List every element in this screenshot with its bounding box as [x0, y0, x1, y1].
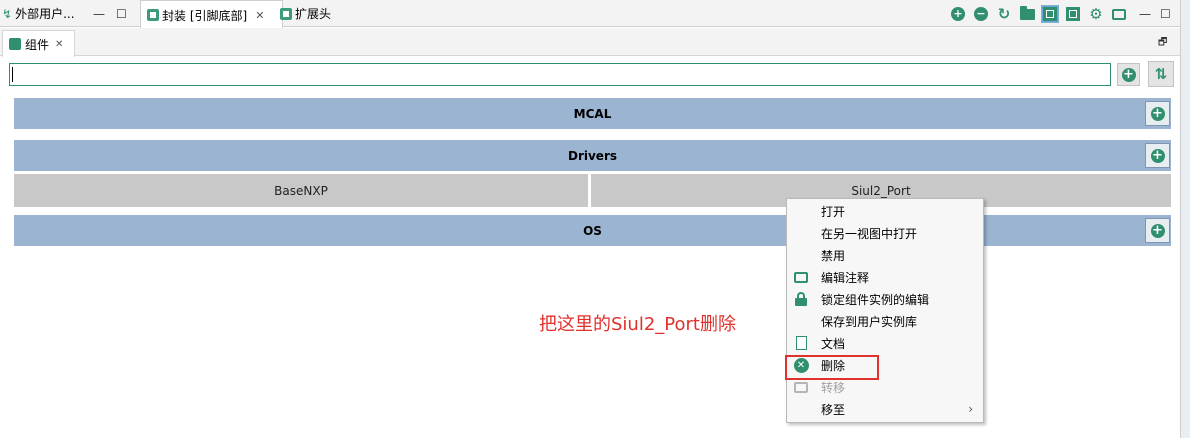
plus-icon: +: [1150, 105, 1165, 121]
refresh-icon[interactable]: ↻: [996, 5, 1012, 23]
add-os-button[interactable]: +: [1145, 218, 1170, 243]
chip-icon: [280, 7, 292, 20]
menu-item-disable[interactable]: 禁用: [787, 244, 983, 266]
add-component-button[interactable]: +: [1117, 63, 1140, 86]
move-icon: [793, 379, 809, 395]
category-label: MCAL: [573, 106, 612, 121]
tab-external-user[interactable]: ↯ 外部用户...: [2, 0, 75, 27]
menu-item-documentation[interactable]: 文档: [787, 332, 983, 354]
chip-icon: [147, 9, 159, 21]
components-icon: [9, 38, 21, 50]
menu-item-move-to[interactable]: 移至 ›: [787, 398, 983, 420]
context-menu: 打开 在另一视图中打开 禁用 编辑注释 锁定组件实例的编辑 保存到用户实例库 文…: [786, 198, 984, 423]
folder-icon[interactable]: [1019, 5, 1035, 22]
menu-item-edit-comment[interactable]: 编辑注释: [787, 266, 983, 288]
document-icon: [793, 335, 809, 351]
minimize-button[interactable]: —: [1139, 8, 1151, 20]
close-icon[interactable]: ✕: [55, 39, 63, 50]
component-basenxp[interactable]: BaseNXP: [14, 174, 588, 207]
zoom-out-icon[interactable]: −: [973, 6, 989, 22]
editor-tab-bar: ↯ 外部用户... — ☐ 封装 [引脚底部] ✕ 扩展头 + − ↻ ⚙ — …: [0, 0, 1180, 29]
menu-item-label: 禁用: [821, 248, 846, 263]
maximize-button[interactable]: ☐: [116, 8, 127, 20]
add-drivers-button[interactable]: +: [1145, 143, 1170, 168]
menu-item-label: 在另一视图中打开: [821, 226, 918, 241]
close-icon[interactable]: ✕: [255, 9, 264, 22]
menu-item-open-in-other-view[interactable]: 在另一视图中打开: [787, 222, 983, 244]
annotation-text: 把这里的Siul2_Port删除: [539, 314, 736, 335]
menu-item-label: 打开: [821, 204, 846, 219]
tab-package[interactable]: 封装 [引脚底部] ✕: [140, 0, 283, 29]
plus-icon: +: [1150, 147, 1165, 163]
menu-item-open[interactable]: 打开: [787, 200, 983, 222]
plus-icon: +: [1150, 222, 1165, 238]
tab-components[interactable]: 组件 ✕: [2, 30, 75, 57]
tab-expansion-header[interactable]: 扩展头: [280, 0, 331, 27]
tab-label: 封装 [引脚底部]: [162, 8, 248, 23]
sort-icon: ⇅: [1154, 65, 1168, 83]
search-input[interactable]: [10, 64, 1110, 85]
menu-item-label: 锁定组件实例的编辑: [821, 292, 930, 307]
plus-icon: +: [1121, 66, 1136, 82]
menu-item-lock-editing[interactable]: 锁定组件实例的编辑: [787, 288, 983, 310]
connector-icon: ↯: [2, 6, 13, 21]
chip-outline-icon[interactable]: [1065, 6, 1081, 22]
menu-item-save-to-library[interactable]: 保存到用户实例库: [787, 310, 983, 332]
comment-icon[interactable]: [1111, 6, 1127, 22]
menu-item-label: 保存到用户实例库: [821, 314, 918, 329]
category-mcal[interactable]: MCAL +: [14, 98, 1171, 129]
tab-label: 扩展头: [295, 7, 332, 21]
menu-item-label: 编辑注释: [821, 270, 870, 285]
menu-item-label: 文档: [821, 336, 846, 351]
chevron-right-icon: ›: [968, 402, 973, 416]
text-caret: [12, 67, 13, 82]
category-label: Drivers: [567, 148, 617, 163]
menu-item-label: 转移: [821, 380, 846, 395]
component-label: Siul2_Port: [851, 183, 911, 198]
category-label: OS: [583, 223, 602, 238]
search-field[interactable]: [9, 63, 1111, 86]
view-tab-bar: 🗗: [0, 28, 1180, 56]
lock-icon: [793, 291, 809, 307]
settings-chip-icon[interactable]: ⚙: [1088, 5, 1104, 23]
restore-button[interactable]: 🗗: [1158, 37, 1167, 49]
maximize-button[interactable]: ☐: [1160, 8, 1171, 20]
menu-item-label: 移至: [821, 402, 846, 417]
category-os[interactable]: OS +: [14, 215, 1171, 246]
add-mcal-button[interactable]: +: [1145, 101, 1170, 126]
side-trim: [1180, 0, 1190, 438]
highlight-box: [785, 355, 879, 380]
comment-icon: [793, 269, 809, 285]
tab-label: 组件: [25, 37, 50, 52]
sort-button[interactable]: ⇅: [1148, 61, 1174, 87]
minimize-button[interactable]: —: [93, 8, 105, 20]
component-label: BaseNXP: [274, 183, 328, 198]
category-drivers[interactable]: Drivers +: [14, 140, 1171, 171]
chip-view-icon[interactable]: [1041, 5, 1059, 23]
zoom-in-icon[interactable]: +: [950, 6, 966, 22]
tab-label: 外部用户...: [15, 7, 75, 21]
